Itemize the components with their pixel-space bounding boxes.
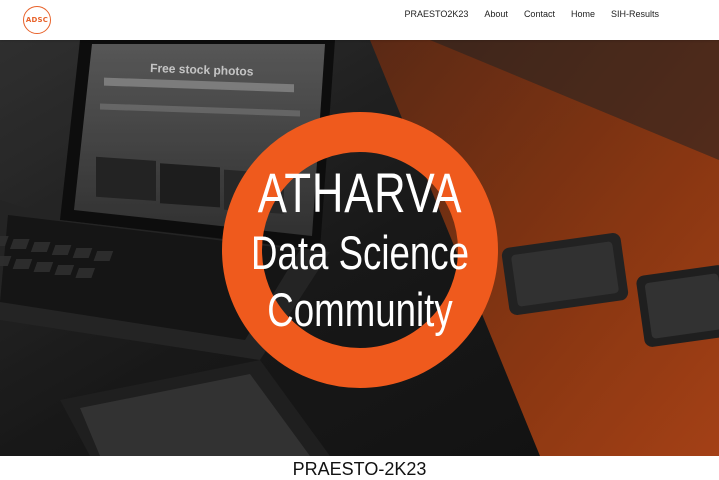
logo-text: ADSC [25,16,49,24]
nav-link-praesto2k23[interactable]: PRAESTO2K23 [397,8,477,20]
nav-link-about[interactable]: About [476,8,516,20]
hero-title-data-science: Data Science [250,226,470,279]
navbar: ADSC PRAESTO2K23 About Contact Home SIH-… [0,0,719,40]
hero-title-community: Community [267,283,453,336]
hero-banner: Free stock photos ATHARVA Data Science C… [0,40,719,456]
emblem-text: ATHARVA Data Science Community [250,112,470,388]
nav-link-home[interactable]: Home [563,8,603,20]
nav-link-contact[interactable]: Contact [516,8,563,20]
community-emblem: ATHARVA Data Science Community [222,112,498,388]
section-title: PRAESTO-2K23 [292,459,427,479]
nav-links: PRAESTO2K23 About Contact Home SIH-Resul… [397,8,667,20]
nav-link-sih-results[interactable]: SIH-Results [603,8,667,20]
adsc-logo[interactable]: ADSC [23,6,51,34]
hero-title-atharva: ATHARVA [257,161,463,224]
